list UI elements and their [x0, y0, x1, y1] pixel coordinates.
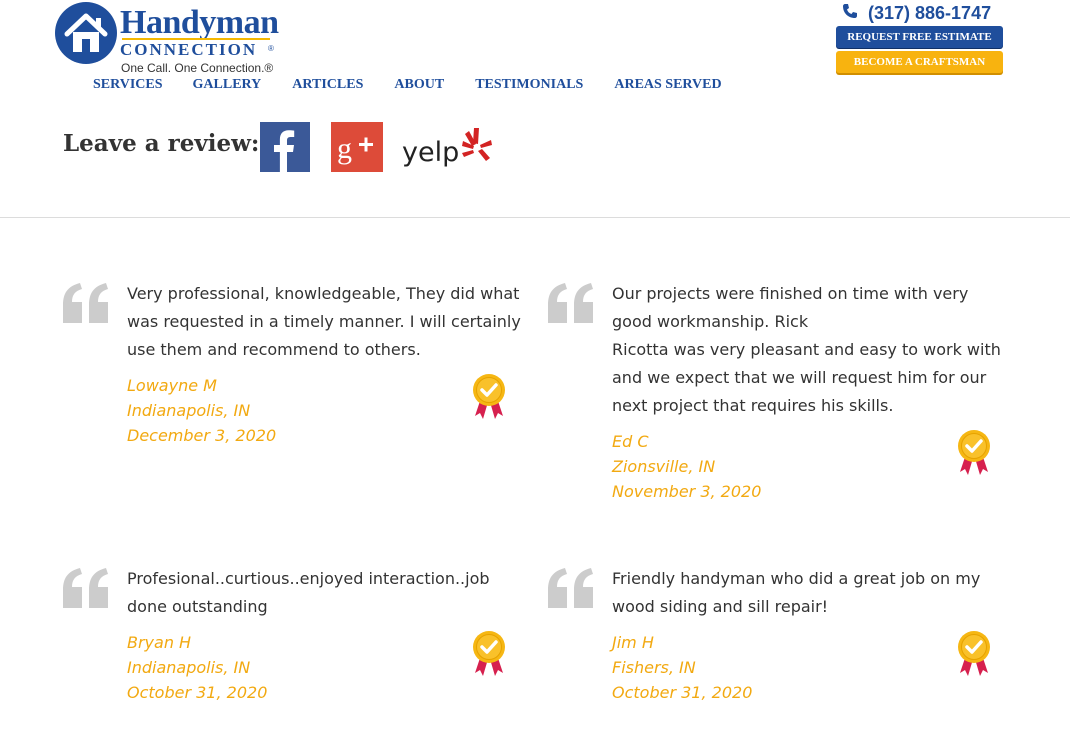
- brand-tagline: One Call. One Connection.®: [121, 61, 274, 75]
- brand-name[interactable]: Handyman: [120, 3, 279, 43]
- testimonial-text-line: good workmanship. Rick: [612, 312, 809, 331]
- nav-item-about[interactable]: ABOUT: [394, 76, 444, 94]
- svg-text:yelp: yelp: [402, 137, 459, 168]
- testimonial-text-line: and we expect that we will request him f…: [612, 368, 987, 387]
- testimonial-text-line: was requested in a timely manner. I will…: [127, 312, 521, 331]
- testimonial-text-line: done outstanding: [127, 597, 268, 616]
- testimonial-location: Indianapolis, IN: [127, 401, 251, 420]
- logo-house-icon[interactable]: [55, 2, 117, 64]
- nav-item-gallery[interactable]: GALLERY: [193, 76, 262, 94]
- testimonial-spacer: [612, 621, 980, 630]
- testimonial-text-line: next project that requires his skills.: [612, 396, 894, 415]
- verified-badge-icon: [957, 430, 991, 476]
- testimonial-location: Indianapolis, IN: [127, 658, 251, 677]
- main-nav: SERVICES GALLERY ARTICLES ABOUT TESTIMON…: [93, 76, 722, 94]
- testimonial-spacer: [612, 420, 1001, 429]
- review-label: Leave a review:: [63, 130, 260, 157]
- section-divider: [0, 217, 1070, 218]
- testimonial-name: Jim H: [612, 633, 654, 652]
- google-plus-icon[interactable]: g: [331, 122, 383, 172]
- testimonial-card: Profesional..curtious..enjoyed interacti…: [127, 565, 490, 705]
- testimonial-text-line: wood siding and sill repair!: [612, 597, 829, 616]
- testimonial-card: Very professional, knowledgeable, They d…: [127, 280, 521, 448]
- testimonial-card: Our projects were finished on time with …: [612, 280, 1001, 504]
- phone-link[interactable]: (317) 886-1747: [842, 2, 991, 24]
- nav-item-testimonials[interactable]: TESTIMONIALS: [475, 76, 583, 94]
- testimonial-spacer: [127, 364, 521, 373]
- brand-sub[interactable]: CONNECTION: [120, 40, 257, 60]
- testimonial-date: October 31, 2020: [127, 683, 268, 702]
- testimonial-name: Lowayne M: [127, 376, 217, 395]
- nav-item-services[interactable]: SERVICES: [93, 76, 163, 94]
- quote-icon: [547, 283, 597, 325]
- testimonial-text-line: Friendly handyman who did a great job on…: [612, 569, 981, 588]
- testimonial-text-line: Very professional, knowledgeable, They d…: [127, 284, 520, 303]
- testimonial-location: Fishers, IN: [612, 658, 696, 677]
- nav-item-areas-served[interactable]: AREAS SERVED: [614, 76, 721, 94]
- become-craftsman-button[interactable]: BECOME A CRAFTSMAN: [836, 51, 1003, 73]
- testimonial-text-line: Ricotta was very pleasant and easy to wo…: [612, 340, 1001, 359]
- phone-number: (317) 886-1747: [868, 3, 992, 23]
- nav-item-articles[interactable]: ARTICLES: [292, 76, 363, 94]
- quote-icon: [547, 568, 597, 610]
- verified-badge-icon: [472, 631, 506, 677]
- phone-icon: [842, 2, 858, 24]
- testimonial-card: Friendly handyman who did a great job on…: [612, 565, 980, 705]
- quote-icon: [62, 283, 112, 325]
- quote-icon: [62, 568, 112, 610]
- testimonial-text-line: use them and recommend to others.: [127, 340, 421, 359]
- testimonial-name: Ed C: [612, 432, 649, 451]
- verified-badge-icon: [957, 631, 991, 677]
- testimonial-text-line: Our projects were finished on time with …: [612, 284, 969, 303]
- yelp-logo[interactable]: yelp: [402, 124, 494, 170]
- testimonial-name: Bryan H: [127, 633, 192, 652]
- testimonial-spacer: [127, 621, 490, 630]
- facebook-icon[interactable]: [260, 122, 310, 172]
- testimonial-date: December 3, 2020: [127, 426, 277, 445]
- svg-text:g: g: [337, 132, 352, 165]
- testimonial-date: November 3, 2020: [612, 482, 762, 501]
- testimonial-text-line: Profesional..curtious..enjoyed interacti…: [127, 569, 490, 588]
- request-estimate-button[interactable]: REQUEST FREE ESTIMATE: [836, 26, 1003, 48]
- verified-badge-icon: [472, 374, 506, 420]
- testimonial-date: October 31, 2020: [612, 683, 753, 702]
- testimonial-location: Zionsville, IN: [612, 457, 716, 476]
- brand-reg-mark: ®: [268, 44, 274, 53]
